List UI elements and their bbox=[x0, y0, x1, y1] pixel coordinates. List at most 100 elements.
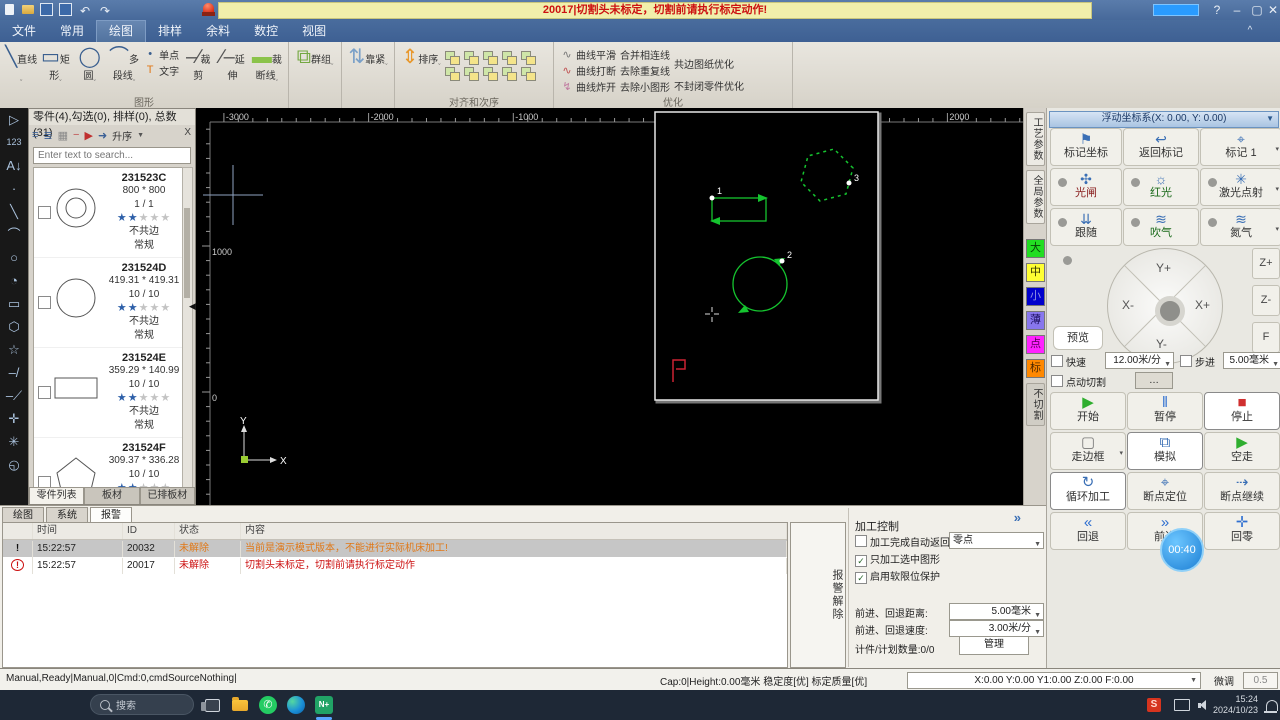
toggle-red-light[interactable]: ☼ 红光 bbox=[1123, 168, 1199, 206]
fillet-tool-icon[interactable]: ◵ bbox=[0, 453, 28, 476]
ribbon-button-opt3-1[interactable]: 共边图纸优化 bbox=[674, 52, 744, 74]
z-button-Zminus[interactable]: Z- bbox=[1252, 285, 1280, 316]
expand-icon[interactable]: » bbox=[1014, 510, 1021, 525]
jog-cut-checkbox[interactable] bbox=[1051, 375, 1063, 387]
toggle-nitrogen[interactable]: ≋ 氮气 ▾ bbox=[1200, 208, 1280, 246]
ribbon-button-extend[interactable]: ∕–延伸 bbox=[216, 44, 248, 82]
view-list-icon[interactable]: ≡ bbox=[32, 129, 38, 141]
action-button-simulate[interactable]: ⧉ 模拟 bbox=[1127, 432, 1203, 470]
jog-y-minus[interactable]: Y- bbox=[1156, 337, 1167, 351]
part-checkbox[interactable] bbox=[38, 206, 51, 219]
strip-button-1[interactable]: 工艺参数 bbox=[1026, 112, 1045, 166]
menu-tab-3[interactable]: 绘图 bbox=[96, 20, 147, 42]
layer-chip-2[interactable]: 中 bbox=[1026, 263, 1045, 282]
start-button[interactable] bbox=[36, 697, 53, 714]
checkbox[interactable]: ✓ bbox=[855, 572, 867, 584]
ribbon-button-opt2-1[interactable]: 合并相连线 bbox=[620, 46, 670, 62]
ribbon-button-group[interactable]: ⧉群组ˬ bbox=[294, 44, 336, 70]
layer-chip-5[interactable]: 点 bbox=[1026, 335, 1045, 354]
part-checkbox[interactable] bbox=[38, 386, 51, 399]
jog-pad[interactable]: Y+ X- X+ Y- bbox=[1107, 248, 1223, 364]
alarm-row-2[interactable]: ! 15:22:57 20017 未解除 切割头未标定，切割前请执行标定动作 bbox=[3, 557, 787, 574]
layer-chip-6[interactable]: 标 bbox=[1026, 359, 1045, 378]
action-button-stop[interactable]: ■ 停止 bbox=[1204, 392, 1280, 430]
menu-tab-5[interactable]: 余料 bbox=[194, 20, 242, 42]
ribbon-button-rect[interactable]: ▭矩形ˬ bbox=[39, 44, 71, 82]
view-grid-icon[interactable]: ▦ bbox=[58, 129, 68, 142]
action-button-play[interactable]: ▶ 开始 bbox=[1050, 392, 1126, 430]
tray-clock[interactable]: 15:24 2024/10/23 bbox=[1208, 694, 1258, 716]
align-icon-2[interactable] bbox=[464, 51, 479, 65]
close-button[interactable]: ✕ bbox=[1264, 2, 1280, 18]
rectangle-tool-icon[interactable]: ▭ bbox=[0, 292, 28, 315]
log-tab-1[interactable]: 绘图 bbox=[2, 507, 44, 523]
ribbon-button-curve-break[interactable]: ∿ 曲线打断 bbox=[560, 62, 616, 78]
action-button-loop[interactable]: ↻ 循环加工 bbox=[1050, 472, 1126, 510]
polygon-tool-icon[interactable]: ⬡ bbox=[0, 315, 28, 338]
button-back-arrow[interactable]: ↩ 返回标记 bbox=[1123, 128, 1199, 166]
task-view-button[interactable] bbox=[200, 694, 224, 716]
taskbar-search[interactable]: 搜索 bbox=[90, 694, 194, 715]
menu-tab-6[interactable]: 数控 bbox=[242, 20, 290, 42]
ribbon-button-trim[interactable]: –∕裁剪 bbox=[182, 44, 214, 82]
no-cut-button[interactable]: 不切割 bbox=[1026, 383, 1045, 426]
ribbon-button-break-line[interactable]: ▬裁断线ˬ bbox=[251, 44, 283, 82]
fast-checkbox[interactable] bbox=[1051, 355, 1063, 367]
z-button-F[interactable]: F bbox=[1252, 322, 1280, 353]
ribbon-button-compact[interactable]: ⇅靠紧ˬ bbox=[347, 44, 389, 70]
align-icon-8[interactable] bbox=[483, 67, 498, 81]
whatsapp-button[interactable]: ✆ bbox=[256, 694, 280, 716]
align-icon-6[interactable] bbox=[445, 67, 460, 81]
preview-button[interactable]: 预览 bbox=[1053, 326, 1103, 350]
line-tool-icon[interactable]: ╲ bbox=[0, 200, 28, 223]
panel-collapse-arrow-icon[interactable]: ◀ bbox=[189, 299, 196, 313]
minimize-button[interactable]: – bbox=[1228, 2, 1246, 18]
action-button-rewind[interactable]: «回退 bbox=[1050, 512, 1126, 550]
parts-tab-3[interactable]: 已排板材 bbox=[139, 487, 195, 504]
ribbon-button-curve-explode[interactable]: ↯ 曲线炸开 bbox=[560, 78, 616, 94]
save-as-file-icon[interactable] bbox=[59, 3, 72, 16]
action-button-breakpoint-locate[interactable]: ⌖ 断点定位 bbox=[1127, 472, 1203, 510]
menu-tab-1[interactable]: 文件 bbox=[0, 20, 48, 42]
arc-tool-icon[interactable]: ⌒ bbox=[0, 223, 28, 246]
numbering-tool-icon[interactable]: 123 bbox=[0, 131, 28, 154]
parts-list-scrollbar[interactable] bbox=[182, 167, 193, 493]
align-icon-9[interactable] bbox=[502, 67, 517, 81]
spray-tool-icon[interactable]: ✳ bbox=[0, 430, 28, 453]
ribbon-button-opt3-2[interactable]: 不封闭零件优化 bbox=[674, 74, 744, 96]
extend-tool-icon[interactable]: –⟋ bbox=[0, 384, 28, 407]
pad-tool-icon[interactable]: ✛ bbox=[0, 407, 28, 430]
fast-speed-dropdown[interactable]: 12.00米/分 ▼ bbox=[1105, 352, 1174, 369]
align-icon-3[interactable] bbox=[483, 51, 498, 65]
save-file-icon[interactable] bbox=[40, 3, 53, 16]
ribbon-button-opt2-2[interactable]: 去除重复线 bbox=[620, 62, 670, 78]
point-tool-icon[interactable]: · bbox=[0, 177, 28, 200]
jog-center[interactable] bbox=[1155, 296, 1185, 326]
toggle-shutter[interactable]: ✣ 光闸 bbox=[1050, 168, 1122, 206]
layer-chip-4[interactable]: 薄 bbox=[1026, 311, 1045, 330]
menu-tab-2[interactable]: 常用 bbox=[48, 20, 96, 42]
jog-y-plus[interactable]: Y+ bbox=[1156, 261, 1171, 275]
parts-tab-1[interactable]: 零件列表 bbox=[29, 487, 85, 504]
manage-button[interactable]: 管理 bbox=[959, 636, 1029, 655]
checkbox[interactable] bbox=[855, 535, 867, 547]
help-button[interactable]: ? bbox=[1208, 2, 1226, 18]
process-field-value-2[interactable]: 3.00米/分 ▼ bbox=[949, 620, 1044, 637]
align-icon-7[interactable] bbox=[464, 67, 479, 81]
file-explorer-button[interactable] bbox=[228, 694, 252, 716]
active-app-button[interactable]: N+ bbox=[312, 694, 336, 720]
pie-tool-icon[interactable]: ◔ bbox=[0, 269, 28, 292]
open-file-icon[interactable] bbox=[22, 5, 34, 14]
ribbon-button-opt2-3[interactable]: 去除小图形 bbox=[620, 78, 670, 94]
collapse-icon[interactable]: − bbox=[73, 129, 79, 141]
view-detail-icon[interactable]: ≣ bbox=[43, 129, 52, 142]
circle-tool-icon[interactable]: ○ bbox=[0, 246, 28, 269]
select-cursor-tool-icon[interactable]: ▷ bbox=[0, 108, 28, 131]
ribbon-button-circle[interactable]: ◯圆ˬ bbox=[74, 44, 106, 82]
new-file-icon[interactable] bbox=[5, 4, 14, 15]
part-checkbox[interactable] bbox=[38, 296, 51, 309]
jog-cut-more-button[interactable]: … bbox=[1135, 372, 1173, 389]
align-icon-1[interactable] bbox=[445, 51, 460, 65]
toggle-blow-air[interactable]: ≋ 吹气 bbox=[1123, 208, 1199, 246]
edge-browser-button[interactable] bbox=[284, 694, 308, 716]
